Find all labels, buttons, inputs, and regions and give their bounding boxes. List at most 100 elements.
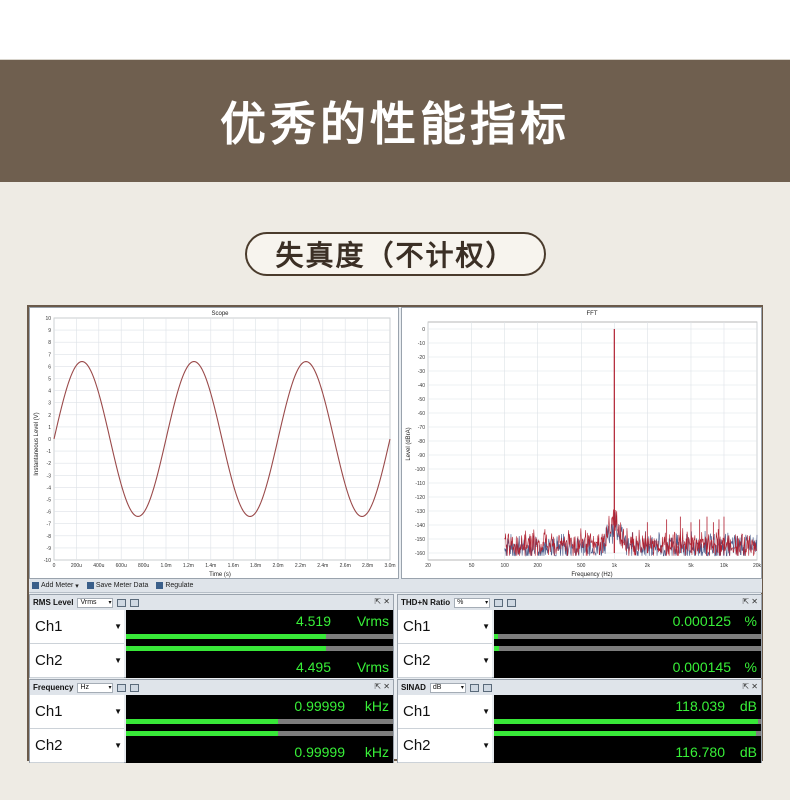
scope-xtick-label: 2.6m	[340, 563, 351, 569]
channel-select[interactable]: Ch1 ▼	[398, 695, 492, 729]
section-title-pill: 失真度（不计权）	[245, 232, 546, 276]
meter-header: SINAD dB ⇱ ✕	[398, 680, 761, 695]
scope-xtick-label: 1.6m	[228, 563, 239, 569]
header-banner: 优秀的性能指标	[0, 60, 790, 182]
sinad-meter: SINAD dB ⇱ ✕ Ch1▼ 118.039 dB Ch2▼ 116.78…	[397, 679, 762, 763]
unit-select[interactable]: Hz	[77, 682, 114, 693]
fft-ytick-label: 0	[422, 327, 425, 333]
unit-select[interactable]: %	[454, 597, 491, 608]
channel-select[interactable]: Ch2 ▼	[30, 644, 124, 678]
regulate-button[interactable]: Regulate	[156, 582, 193, 589]
fft-ytick-label: -130	[415, 509, 425, 515]
fft-ytick-label: -120	[415, 495, 425, 501]
close-icon[interactable]: ⇱ ✕	[742, 682, 758, 691]
fft-xtick-label: 100	[500, 563, 509, 569]
meter-value: 0.99999	[294, 744, 345, 760]
meter-row-ch2: Ch2 ▼ 116.780 dB	[398, 729, 761, 763]
fft-ytick-label: -110	[415, 481, 425, 487]
channel-select[interactable]: Ch2 ▼	[30, 729, 124, 763]
save-icon	[86, 582, 94, 589]
scope-ytick-label: 4	[48, 389, 51, 395]
close-icon[interactable]: ⇱ ✕	[374, 682, 390, 691]
channel-select[interactable]: Ch1 ▼	[398, 610, 492, 644]
scope-ytick-label: 0	[48, 437, 51, 443]
meter-display: 4.495 Vrms	[126, 644, 393, 678]
meter-bar	[126, 731, 393, 736]
meter-row-ch1: Ch1 ▼ 0.99999 kHz	[30, 695, 393, 729]
fft-plot: FFT Frequency (Hz) Level (dBrA) 0 -10 -20 -…	[401, 307, 762, 579]
channel-select[interactable]: Ch1 ▼	[30, 610, 124, 644]
meter-unit: %	[744, 659, 757, 675]
fft-xtick-label: 500	[577, 563, 586, 569]
fft-ytick-label: -70	[418, 425, 425, 431]
options-icon[interactable]	[482, 683, 492, 692]
options-icon[interactable]	[507, 598, 517, 607]
play-icon	[156, 582, 164, 589]
meter-display: 0.000125 %	[494, 610, 761, 644]
meter-bar	[494, 731, 761, 736]
save-meter-data-button[interactable]: Save Meter Data	[86, 582, 148, 589]
scope-xtick-label: 2.2m	[295, 563, 306, 569]
scope-ytick-label: -4	[47, 485, 52, 491]
fft-xtick-label: 5k	[688, 563, 694, 569]
scope-xtick-label: 2.4m	[317, 563, 328, 569]
meter-bar	[494, 719, 761, 724]
close-icon[interactable]: ⇱ ✕	[742, 597, 758, 606]
scope-xtick-label: 3.0m	[384, 563, 395, 569]
meter-unit: Vrms	[356, 659, 389, 675]
scope-xtick-label: 1.0m	[160, 563, 171, 569]
scope-xtick-label: 1.2m	[183, 563, 194, 569]
meter-unit: dB	[739, 698, 757, 714]
meter-row-ch1: Ch1 ▼ 118.039 dB	[398, 695, 761, 729]
scope-ytick-label: 8	[48, 340, 51, 346]
scope-ytick-label: 6	[48, 364, 51, 370]
fft-ytick-label: -50	[418, 397, 425, 403]
scope-xtick-label: 1.8m	[250, 563, 261, 569]
fft-ytick-label: -80	[418, 439, 425, 445]
options-icon[interactable]	[130, 598, 140, 607]
options-icon[interactable]	[130, 683, 140, 692]
meter-bar	[494, 646, 761, 651]
settings-icon[interactable]	[117, 598, 127, 607]
scope-xlabel: Time (s)	[209, 572, 231, 578]
scope-ytick-label: -1	[47, 449, 52, 455]
fft-ytick-label: -160	[415, 551, 425, 557]
scope-ytick-label: -8	[47, 534, 52, 540]
meter-header: THD+N Ratio % ⇱ ✕	[398, 595, 761, 610]
scope-ytick-label: 10	[45, 316, 51, 322]
meter-display: 0.99999 kHz	[126, 695, 393, 729]
meter-display: 116.780 dB	[494, 729, 761, 763]
fft-ytick-label: -140	[415, 523, 425, 529]
scope-ytick-label: 3	[48, 401, 51, 407]
meter-row-ch2: Ch2 ▼ 0.99999 kHz	[30, 729, 393, 763]
meter-value: 118.039	[675, 698, 725, 714]
meter-bar	[126, 646, 393, 651]
meter-row-ch1: Ch1 ▼ 4.519 Vrms	[30, 610, 393, 644]
close-icon[interactable]: ⇱ ✕	[374, 597, 390, 606]
channel-select[interactable]: Ch2 ▼	[398, 729, 492, 763]
meter-value: 4.495	[295, 659, 331, 675]
fft-xtick-label: 1k	[612, 563, 618, 569]
scope-xtick-label: 200u	[71, 563, 82, 569]
scope-xtick-label: 800u	[138, 563, 149, 569]
unit-select[interactable]: Vrms	[77, 597, 114, 608]
fft-ytick-label: -20	[418, 355, 425, 361]
scope-xtick-label: 2.8m	[362, 563, 373, 569]
settings-icon[interactable]	[117, 683, 127, 692]
scope-plot: Scope Time (s) Instantaneous Level (V) 1…	[29, 307, 399, 579]
scope-ytick-label: 1	[48, 425, 51, 431]
fft-xlabel: Frequency (Hz)	[571, 572, 612, 578]
scope-ytick-label: -2	[47, 461, 52, 467]
add-meter-button[interactable]: Add Meter ▾	[32, 582, 79, 590]
frequency-meter: Frequency Hz ⇱ ✕ Ch1▼ 0.99999 kHz Ch2▼ 0…	[29, 679, 394, 763]
unit-select[interactable]: dB	[429, 682, 466, 693]
channel-select[interactable]: Ch2 ▼	[398, 644, 492, 678]
settings-icon[interactable]	[469, 683, 479, 692]
fft-xtick-label: 2k	[645, 563, 651, 569]
settings-icon[interactable]	[494, 598, 504, 607]
channel-select[interactable]: Ch1 ▼	[30, 695, 124, 729]
scope-xtick-label: 2.0m	[272, 563, 283, 569]
meter-display: 0.99999 kHz	[126, 729, 393, 763]
meter-value: 0.99999	[294, 698, 345, 714]
add-icon	[32, 582, 39, 589]
